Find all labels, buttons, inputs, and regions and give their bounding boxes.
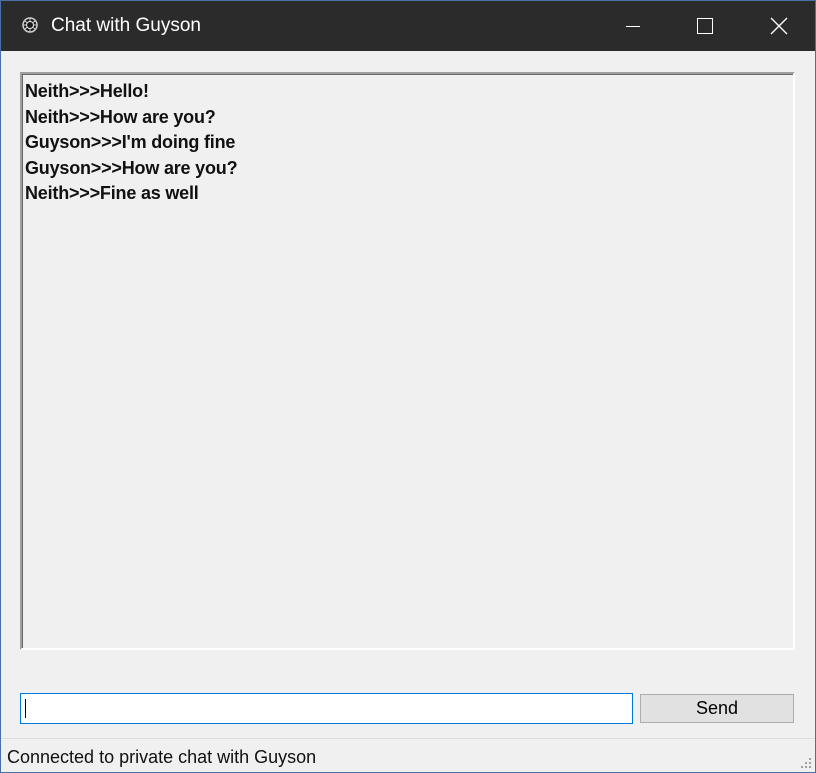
send-button[interactable]: Send bbox=[640, 694, 794, 723]
chat-message: Guyson>>>How are you? bbox=[25, 157, 238, 178]
window-title: Chat with Guyson bbox=[51, 15, 201, 36]
resize-grip-icon[interactable] bbox=[798, 756, 812, 770]
status-bar: Connected to private chat with Guyson bbox=[1, 738, 815, 772]
maximize-button[interactable] bbox=[669, 1, 741, 51]
maximize-icon bbox=[697, 18, 713, 34]
chat-message: Neith>>>Hello! bbox=[25, 81, 149, 101]
minimize-icon bbox=[626, 26, 640, 27]
close-button[interactable] bbox=[743, 1, 815, 51]
message-input[interactable] bbox=[20, 693, 633, 724]
chat-window: Chat with Guyson Neith>>>Hello! Neith>>>… bbox=[0, 0, 816, 773]
chat-message: Neith>>>Fine as well bbox=[25, 183, 199, 203]
app-icon bbox=[22, 17, 38, 33]
chat-message: Neith>>>How are you? bbox=[25, 106, 216, 127]
chat-log[interactable]: Neith>>>Hello! Neith>>>How are you? Guys… bbox=[20, 72, 795, 650]
status-text: Connected to private chat with Guyson bbox=[7, 747, 317, 767]
minimize-button[interactable] bbox=[597, 1, 669, 51]
chat-message: Guyson>>>I'm doing fine bbox=[25, 132, 236, 152]
text-caret bbox=[25, 699, 26, 718]
title-bar[interactable]: Chat with Guyson bbox=[1, 1, 815, 51]
close-icon bbox=[770, 17, 788, 35]
